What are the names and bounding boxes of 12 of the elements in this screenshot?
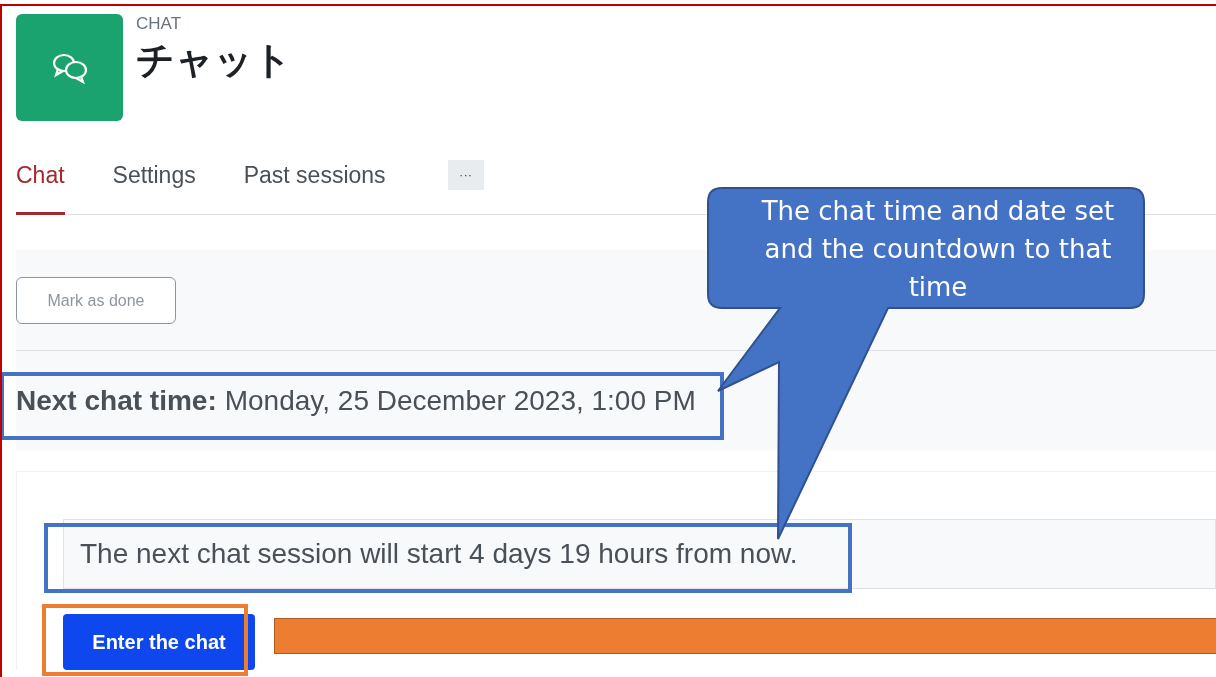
enter-chat-button[interactable]: Enter the chat bbox=[63, 614, 255, 670]
more-button[interactable]: ··· bbox=[447, 159, 484, 190]
nav-tab[interactable]: Settings bbox=[112, 139, 196, 215]
nav-tab[interactable]: Past sessions bbox=[243, 139, 386, 215]
next-chat-date: Monday, 25 December 2023, 1:00 PM bbox=[224, 385, 696, 417]
chat-bubbles-icon bbox=[51, 51, 88, 84]
session-notice: The next chat session will start 4 days 19 hours from now. bbox=[63, 519, 1216, 589]
next-chat-label: Next chat time: bbox=[16, 385, 217, 417]
page-title: チャット bbox=[136, 38, 292, 83]
callout-text: The chat time and date set and the countdown to that time bbox=[760, 195, 1116, 304]
activity-type-label: CHAT bbox=[136, 14, 182, 34]
nav-tab[interactable]: Chat bbox=[16, 139, 65, 215]
